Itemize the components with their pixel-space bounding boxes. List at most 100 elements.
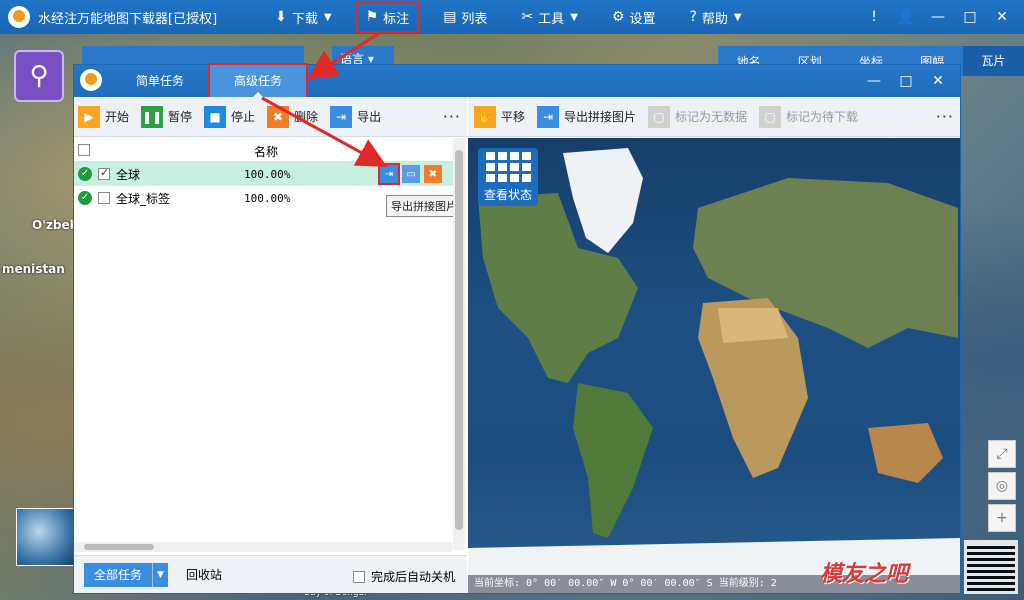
pause-button[interactable]: ❚❚ 暂停 [141,105,193,128]
window-controls: ! 👤 — □ ✕ [858,0,1018,34]
menu-download[interactable]: ⬇ 下载 ▼ [267,3,339,31]
pin-icon: ⚑ [365,9,379,25]
app-header: 水经注万能地图下载器[已授权] ⬇ 下载 ▼ ⚑ 标注 ▤ 列表 ✂ 工具 ▼ ⚙ 设置 ? 帮… [0,0,1024,34]
minimize-button[interactable]: — [858,73,890,89]
pause-icon: ❚❚ [141,105,164,128]
menu-annotate[interactable]: ⚑ 标注 [355,1,420,33]
minimize-button[interactable]: — [922,9,954,25]
pan-button[interactable]: ✋ 平移 [474,105,526,128]
tab-advanced-task[interactable]: 高级任务 [208,63,308,99]
help-icon: ? [689,9,697,25]
export-icon: ⇥ [330,105,353,128]
scroll-thumb[interactable] [455,150,463,530]
caret-down-icon: ▼ [323,11,332,23]
caret-down-icon[interactable]: ▼ [152,562,168,587]
tooltip: 导出拼接图片 [386,195,462,217]
toolbar-label: 暂停 [168,110,193,124]
hand-icon: ✋ [474,105,496,128]
mark-pending-button[interactable]: ▢ 标记为待下载 [759,105,859,128]
stop-button[interactable]: ■ 停止 [204,105,256,128]
more-icon[interactable]: ··· [936,107,954,126]
close-button[interactable]: ✕ [986,9,1018,25]
row-actions: ⇥ ▭ ✖ [378,163,446,185]
all-tasks-button[interactable]: 全部任务 ▼ [84,562,169,587]
menu-tools[interactable]: ✂ 工具 ▼ [513,3,585,31]
recycle-bin-button[interactable]: 回收站 [186,566,222,583]
menu-label: 下载 [291,11,318,27]
menu-list[interactable]: ▤ 列表 [435,3,495,31]
horizontal-scrollbar[interactable] [74,542,452,552]
locate-button[interactable]: ◎ [988,472,1016,500]
task-progress: 100.00% [244,191,291,205]
stop-icon: ■ [204,105,227,128]
start-button[interactable]: ▶ 开始 [78,105,129,128]
menu-help[interactable]: ? 帮助 ▼ [681,3,749,31]
export-mosaic-button[interactable]: ⇥ 导出拼接图片 [537,105,637,128]
mark-icon: ▢ [759,105,782,128]
app-logo-icon [8,6,30,28]
menu-label: 列表 [461,11,488,27]
button-label: 查看状态 [483,188,532,202]
fullscreen-button[interactable]: ⤢ [988,440,1016,468]
app-logo-icon [80,69,102,91]
toolbar-label: 删除 [294,110,319,124]
check-circle-icon: ✓ [78,191,92,205]
annotation-app-icon[interactable]: ⚲ [14,50,64,102]
menu-label: 工具 [538,11,565,27]
maximize-button[interactable]: □ [890,73,922,89]
delete-button[interactable]: ✖ 删除 [267,105,319,128]
toolbar-label: 标记为无数据 [675,110,748,124]
toolbar-label: 停止 [231,110,256,124]
toolbar-label: 导出拼接图片 [564,110,637,124]
download-icon: ⬇ [275,9,287,25]
export-button[interactable]: ⇥ 导出 [330,105,381,128]
menu-label: 帮助 [701,11,728,27]
zoom-in-button[interactable]: + [988,504,1016,532]
view-status-button[interactable]: 查看状态 [478,148,538,206]
maximize-button[interactable]: □ [954,9,986,25]
task-toolbar: ▶ 开始 ❚❚ 暂停 ■ 停止 ✖ 删除 ⇥ 导出 ··· [74,97,467,137]
menu-settings[interactable]: ⚙ 设置 [604,3,664,31]
info-button[interactable]: ! [858,9,890,25]
table-row[interactable]: ✓ 全球 100.00% ⇥ ▭ ✖ [74,162,454,186]
qr-code [964,540,1018,594]
caret-down-icon: ▼ [733,11,742,23]
user-button[interactable]: 👤 [890,9,922,25]
menu-label: 标注 [383,11,410,27]
row-checkbox[interactable] [98,192,110,204]
vertical-scrollbar[interactable] [453,138,465,550]
map-label: O'zbek [32,218,78,232]
auto-shutdown-option[interactable]: 完成后自动关机 [352,568,455,585]
toolbar-label: 标记为待下载 [786,110,859,124]
mark-no-data-button[interactable]: ▢ 标记为无数据 [648,105,748,128]
list-header: 名称 [74,138,454,162]
option-label: 完成后自动关机 [370,570,455,584]
task-bottom-bar: 全部任务 ▼ 回收站 完成后自动关机 [74,555,467,593]
app-title: 水经注万能地图下载器[已授权] [38,11,218,27]
map-toolbar: ✋ 平移 ⇥ 导出拼接图片 ▢ 标记为无数据 ▢ 标记为待下载 ··· [468,97,960,137]
menu-label: 设置 [629,11,656,27]
scroll-thumb[interactable] [84,544,154,550]
select-all-checkbox[interactable] [78,144,90,156]
task-name: 全球_标签 [116,191,171,206]
export-image-icon[interactable]: ⇥ [378,163,400,185]
trash-icon[interactable]: ✖ [424,165,442,183]
task-name: 全球 [116,167,141,182]
world-map[interactable]: 查看状态 当前坐标: 0° 00′ 00.00″ W 0° 00′ 00.00″… [468,138,960,593]
trash-icon: ✖ [267,105,290,128]
row-checkbox[interactable] [98,166,110,180]
more-icon[interactable]: ··· [443,107,461,126]
task-window: 简单任务 高级任务 — □ ✕ ▶ 开始 ❚❚ 暂停 ■ 停止 ✖ 删除 ⇥ 导出 ···… [73,63,961,594]
export-image-icon: ⇥ [537,105,560,128]
close-button[interactable]: ✕ [922,73,954,89]
task-progress: 100.00% [244,167,291,181]
check-circle-icon: ✓ [78,167,92,181]
globe-thumbnail[interactable] [16,508,74,566]
mark-icon: ▢ [648,105,671,128]
task-window-controls: — □ ✕ [858,65,954,97]
folder-icon[interactable]: ▭ [402,165,420,183]
tab-tile[interactable]: 瓦片 [962,46,1024,76]
auto-shutdown-checkbox[interactable] [352,570,365,583]
toolbar-label: 平移 [501,110,526,124]
tab-simple-task[interactable]: 简单任务 [120,65,200,97]
